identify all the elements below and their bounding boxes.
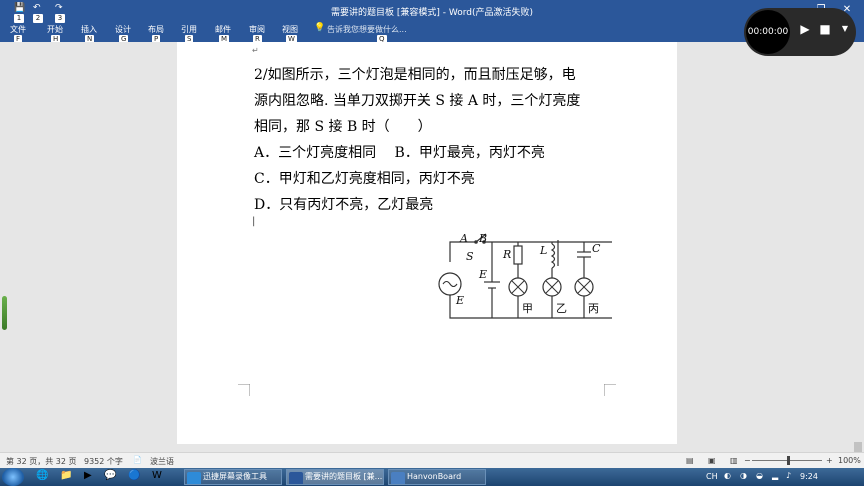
tab-view[interactable]: 视图: [275, 24, 305, 35]
tab-insert[interactable]: 插入: [74, 24, 104, 35]
media-player-icon[interactable]: ▶: [84, 470, 92, 481]
option-a-b: A．三个灯亮度相同 B．甲灯最亮，丙灯不亮: [254, 145, 545, 161]
tray-icon-1[interactable]: ◐: [724, 471, 731, 480]
ime-icon[interactable]: CH: [706, 472, 718, 481]
lamp-3: [574, 277, 594, 297]
taskbar: 🌐 📁 ▶ 💬 🔵 W 迅捷屏幕录像工具 需要讲的题目板 [兼... Hanvo…: [0, 468, 864, 486]
tray-icon-2[interactable]: ◑: [740, 471, 747, 480]
taskbar-app-recorder-label: 迅捷屏幕录像工具: [203, 472, 267, 481]
start-button[interactable]: [2, 468, 24, 486]
lamp-1: [508, 277, 528, 297]
stop-icon[interactable]: ■: [816, 22, 834, 36]
side-drag-handle[interactable]: [2, 296, 7, 330]
margin-corner-right: [604, 384, 616, 396]
volume-icon[interactable]: ♪: [786, 471, 791, 480]
zoom-out-icon[interactable]: −: [744, 456, 751, 465]
proofing-icon[interactable]: 📄: [133, 456, 142, 464]
text-cursor: |: [252, 216, 256, 227]
tab-design[interactable]: 设计: [108, 24, 138, 35]
label-l: L: [539, 244, 547, 257]
chevron-down-icon[interactable]: ▼: [836, 24, 854, 33]
label-lamp-3: 丙: [588, 302, 599, 315]
label-lamp-1: 甲: [522, 302, 533, 315]
ie-icon[interactable]: 🌐: [36, 470, 48, 481]
qat-key-2: 2: [33, 14, 43, 23]
tab-references[interactable]: 引用: [174, 24, 204, 35]
question-line-2: 源内阻忽略. 当单刀双掷开关 S 接 A 时，三个灯亮度: [254, 93, 581, 109]
lightbulb-icon: 💡: [314, 23, 326, 33]
word-icon[interactable]: W: [152, 470, 162, 481]
label-s: S: [466, 250, 474, 263]
play-icon[interactable]: ▶: [796, 22, 814, 36]
window-title: 需要讲的题目板 [兼容模式] - Word(产品激活失败): [330, 8, 533, 18]
vertical-scrollbar[interactable]: [852, 42, 864, 458]
zoom-level[interactable]: 100%: [838, 456, 861, 465]
explorer-icon[interactable]: 📁: [60, 470, 72, 481]
read-mode-icon[interactable]: ▤: [686, 456, 694, 465]
label-b: B: [478, 232, 487, 245]
inductor: [550, 243, 556, 269]
zoom-in-icon[interactable]: +: [826, 456, 833, 465]
question-line-1: 2/如图所示，三个灯泡是相同的，而且耐压足够，电: [254, 67, 576, 83]
circuit-diagram: A B S E E R L C 甲 乙 丙: [438, 232, 612, 319]
chat-icon[interactable]: 💬: [104, 470, 116, 481]
app-icon[interactable]: 🔵: [128, 470, 140, 481]
label-c: C: [592, 242, 601, 255]
paragraph-mark: ↵: [252, 46, 259, 55]
redo-icon[interactable]: ↷: [55, 3, 63, 13]
page-count[interactable]: 第 32 页，共 32 页: [6, 456, 77, 467]
status-bar: 第 32 页，共 32 页 9352 个字 📄 波兰语 ▤ ▣ ▥ − + 10…: [0, 452, 864, 468]
taskbar-clock[interactable]: 9:24: [800, 472, 818, 481]
option-c: C．甲灯和乙灯亮度相同，丙灯不亮: [254, 171, 475, 187]
taskbar-app-word[interactable]: 需要讲的题目板 [兼...: [286, 469, 384, 485]
taskbar-app-hanvon-label: HanvonBoard: [407, 472, 462, 481]
save-icon[interactable]: 💾: [14, 3, 25, 13]
ribbon: 需要讲的题目板 [兼容模式] - Word(产品激活失败) 💾 1 ↶ 2 ↷ …: [0, 0, 864, 44]
language[interactable]: 波兰语: [150, 456, 174, 467]
hanvon-app-icon: [391, 472, 405, 484]
label-a: A: [459, 232, 468, 245]
qat-key-3: 3: [55, 14, 65, 23]
screen-recorder-widget: 00:00:00 ▶ ■ ▼: [744, 8, 856, 56]
recorder-timer: 00:00:00: [746, 10, 790, 54]
label-lamp-2: 乙: [556, 302, 567, 315]
tab-home[interactable]: 开始: [40, 24, 70, 35]
tab-layout[interactable]: 布局: [141, 24, 171, 35]
label-e-battery: E: [478, 268, 487, 281]
option-d: D．只有丙灯不亮，乙灯最亮: [254, 197, 434, 213]
resistor: [513, 245, 523, 265]
word-count[interactable]: 9352 个字: [84, 456, 123, 467]
label-e-ac: E: [455, 294, 464, 307]
taskbar-app-word-label: 需要讲的题目板 [兼...: [305, 472, 383, 481]
undo-icon[interactable]: ↶: [33, 3, 41, 13]
recorder-app-icon: [187, 472, 201, 484]
label-r: R: [502, 248, 511, 261]
taskbar-app-hanvon[interactable]: HanvonBoard: [388, 469, 486, 485]
network-icon[interactable]: ▂: [772, 471, 778, 480]
tray-icon-3[interactable]: ◒: [756, 471, 763, 480]
zoom-slider-thumb[interactable]: [787, 456, 790, 465]
margin-corner-left: [238, 384, 250, 396]
word-app-icon: [289, 472, 303, 484]
qat-key-1: 1: [14, 14, 24, 23]
question-line-3: 相同，那 S 接 B 时（ ）: [254, 119, 432, 135]
tab-file[interactable]: 文件: [3, 24, 33, 35]
web-layout-icon[interactable]: ▥: [730, 456, 738, 465]
taskbar-app-recorder[interactable]: 迅捷屏幕录像工具: [184, 469, 282, 485]
tab-mailings[interactable]: 邮件: [208, 24, 238, 35]
tab-review[interactable]: 审阅: [242, 24, 272, 35]
print-layout-icon[interactable]: ▣: [708, 456, 716, 465]
lamp-2: [542, 277, 562, 297]
tell-me-input[interactable]: 告诉我您想要做什么...: [327, 24, 407, 35]
